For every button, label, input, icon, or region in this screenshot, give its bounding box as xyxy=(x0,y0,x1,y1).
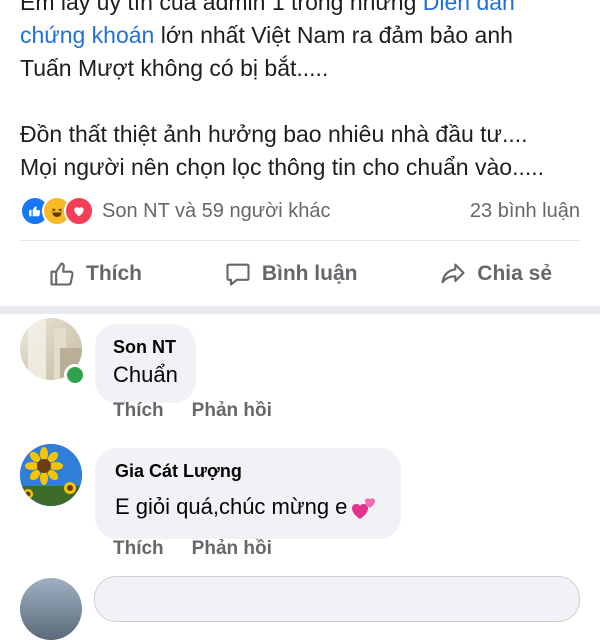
post-text: Em lấy uy tín của admin 1 trong những xyxy=(20,0,423,15)
comment-text-row: E giỏi quá,chúc mừng e xyxy=(115,492,379,523)
share-button[interactable]: Chia sẻ xyxy=(411,260,580,288)
comment-author[interactable]: Son NT xyxy=(113,336,178,358)
comment-label: Bình luận xyxy=(261,262,358,285)
post-text: lớn nhất Việt Nam ra đảm bảo anh xyxy=(154,22,513,48)
comment-bubble[interactable]: Gia Cát Lượng E giỏi quá,chúc mừng e xyxy=(95,448,402,540)
comment-reply-button[interactable]: Phản hồi xyxy=(192,538,272,560)
post-line-3: Tuấn Mượt không có bị bắt..... xyxy=(20,55,329,81)
post-line-6: Mọi người nên chọn lọc thông tin cho chu… xyxy=(20,154,545,180)
section-separator xyxy=(0,306,600,314)
post-actions: Thích Bình luận Chia sẻ xyxy=(20,252,580,296)
comment-icon xyxy=(226,263,250,286)
comment-text: E giỏi quá,chúc mừng e xyxy=(115,494,348,519)
love-icon xyxy=(64,196,94,226)
like-button[interactable]: Thích xyxy=(20,260,170,288)
comment-text: Chuẩn xyxy=(113,362,178,387)
comment-item: Gia Cát Lượng E giỏi quá,chúc mừng e Thí… xyxy=(20,444,580,574)
post-line-5: Đồn thất thiệt ảnh hưởng bao nhiêu nhà đ… xyxy=(20,121,528,147)
avatar[interactable] xyxy=(20,444,82,506)
hashtag-link[interactable]: chứng khoán xyxy=(20,22,154,48)
post-line-1: Em lấy uy tín của admin 1 trong những Di… xyxy=(20,0,586,19)
divider xyxy=(20,240,580,241)
reactions-summary[interactable]: Son NT và 59 người khác 23 bình luận xyxy=(20,194,580,228)
comment-reply-button[interactable]: Phản hồi xyxy=(192,400,272,422)
comment-actions: Thích Phản hồi xyxy=(113,538,272,560)
share-icon xyxy=(441,263,465,284)
like-label: Thích xyxy=(86,262,142,285)
post-line-2: chứng khoán lớn nhất Việt Nam ra đảm bảo… xyxy=(20,19,586,52)
comment-bubble[interactable]: Son NT Chuẩn xyxy=(95,324,196,403)
share-label: Chia sẻ xyxy=(477,262,552,285)
online-status-dot xyxy=(64,364,86,386)
two-hearts-icon xyxy=(352,498,376,520)
post-body: Em lấy uy tín của admin 1 trong những Di… xyxy=(20,0,586,184)
reactors-text[interactable]: Son NT và 59 người khác xyxy=(102,200,330,223)
comment-author[interactable]: Gia Cát Lượng xyxy=(115,460,379,482)
comment-like-button[interactable]: Thích xyxy=(113,538,164,560)
comment-button[interactable]: Bình luận xyxy=(196,260,386,288)
comment-item: Son NT Chuẩn Thích Phản hồi xyxy=(20,318,580,428)
comments-count[interactable]: 23 bình luận xyxy=(470,200,580,223)
hashtag-link[interactable]: Diễn đàn xyxy=(423,0,515,15)
thumbs-up-icon xyxy=(50,262,74,286)
comment-like-button[interactable]: Thích xyxy=(113,400,164,422)
comment-composer-input[interactable] xyxy=(94,576,580,622)
current-user-avatar[interactable] xyxy=(20,578,82,640)
comment-actions: Thích Phản hồi xyxy=(113,400,272,422)
